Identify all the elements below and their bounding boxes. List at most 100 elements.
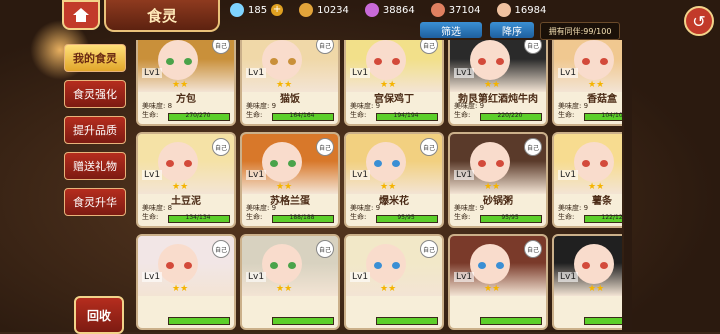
resource-bar: 185 + 10234 38864 37104 16984 <box>230 0 720 20</box>
left-eye <box>374 58 382 65</box>
hp-value: 194/194 <box>393 112 419 119</box>
left-eye <box>374 262 382 269</box>
taste-label: 美味度: 9 <box>246 102 277 110</box>
level-label: Lv1 <box>454 170 475 180</box>
taste-label: 美味度: 9 <box>454 204 485 212</box>
resource-value: 38864 <box>382 4 415 16</box>
hp-label: 生命: <box>454 213 471 221</box>
food-card[interactable]: 自己 Lv1 ★★ 勃艮第红酒炖牛肉 美味度: 9 生命: 220/220 <box>448 40 548 126</box>
rarity-stars: ★★ <box>484 284 501 294</box>
hp-bar <box>376 317 438 325</box>
rarity-stars: ★★ <box>588 80 605 90</box>
face <box>158 40 198 80</box>
taste-label: 美味度: 9 <box>454 102 485 110</box>
recycle-label: 回收 <box>86 308 111 323</box>
right-eye <box>496 160 504 167</box>
rarity-stars: ★★ <box>276 284 293 294</box>
food-card[interactable]: 自己 Lv1 ★★ 宫保鸡丁 美味度: 9 生命: 194/194 <box>344 40 444 126</box>
level-label: Lv1 <box>350 68 371 78</box>
page-title-text: 食灵 <box>146 6 177 25</box>
sidebar-item-quality[interactable]: 提升品质 <box>64 116 126 144</box>
diamond-icon <box>230 3 244 17</box>
food-card[interactable]: 自己 Lv1 ★★ <box>240 234 340 330</box>
home-button[interactable] <box>62 0 100 30</box>
food-card[interactable]: 自己 Lv1 ★★ <box>136 234 236 330</box>
sidebar-item-enhance[interactable]: 食灵强化 <box>64 80 126 108</box>
resource-shell: 16984 <box>496 3 546 17</box>
resource-meat: 37104 <box>430 3 481 17</box>
food-card[interactable]: 自己 Lv1 ★★ 砂锅粥 美味度: 9 生命: 95/95 <box>448 132 548 228</box>
lock-icon: 自己 <box>212 138 230 156</box>
sort-button[interactable]: 降序 <box>490 22 534 38</box>
add-diamond-button[interactable]: + <box>271 4 284 16</box>
food-card[interactable]: 自己 Lv1 ★★ <box>344 234 444 330</box>
hp-value: 270/270 <box>185 112 211 119</box>
taste-label: 美味度: 9 <box>558 102 589 110</box>
food-card[interactable]: 自己 Lv1 ★★ 猫饭 美味度: 9 生命: 164/164 <box>240 40 340 126</box>
taste-label: 美味度: 9 <box>350 204 381 212</box>
food-card[interactable]: 自己 Lv1 ★★ 爆米花 美味度: 9 生命: 95/95 <box>344 132 444 228</box>
left-eye <box>270 262 278 269</box>
right-eye <box>184 160 192 167</box>
left-eye <box>374 160 382 167</box>
filter-label: 筛选 <box>441 26 461 38</box>
hp-label: 生命: <box>350 111 367 119</box>
back-button[interactable]: ↺ <box>684 6 714 36</box>
food-card[interactable]: 自己 Lv1 ★★ <box>448 234 548 330</box>
food-card[interactable]: 自己 Lv1 ★★ 薯条 美味度: 9生命: 122/122 <box>552 132 622 228</box>
coin-bag-icon <box>299 3 314 17</box>
right-eye <box>184 262 192 269</box>
home-icon <box>73 8 89 22</box>
right-eye <box>184 58 192 65</box>
left-eye <box>582 262 590 269</box>
hp-fill <box>377 318 437 324</box>
level-label: Lv1 <box>246 68 267 78</box>
scrollbar[interactable] <box>624 40 632 332</box>
food-card[interactable]: 自己 Lv1 ★★ <box>552 234 622 330</box>
hp-bar <box>168 317 230 325</box>
right-eye <box>288 160 296 167</box>
hp-fill <box>169 318 229 324</box>
food-card[interactable]: 自己 Lv1 ★★ 土豆泥 美味度: 8 生命: 134/134 <box>136 132 236 228</box>
hp-label: 生命: <box>142 111 159 119</box>
sidebar-item-gift[interactable]: 赠送礼物 <box>64 152 126 180</box>
hp-label: 生命: <box>246 213 263 221</box>
rarity-stars: ★★ <box>484 80 501 90</box>
hp-label: 生命: <box>558 213 575 221</box>
sidebar-item-my-food[interactable]: 我的食灵 <box>64 44 126 72</box>
food-card[interactable]: 自己 Lv1 ★★ 方包 美味度: 8 生命: 270/270 <box>136 40 236 126</box>
level-label: Lv1 <box>246 170 267 180</box>
shell-icon <box>496 3 511 17</box>
hp-value: 164/164 <box>289 112 315 119</box>
taste-label: 美味度: 9 <box>558 204 589 212</box>
resource-value: 185 <box>248 4 268 16</box>
sidebar-item-label: 我的食灵 <box>73 52 117 65</box>
left-eye <box>166 58 174 65</box>
level-label: Lv1 <box>142 68 163 78</box>
resource-coin: 10234 <box>299 3 349 17</box>
face <box>470 244 510 284</box>
taste-label: 美味度: 8 <box>142 102 173 110</box>
level-label: Lv1 <box>350 170 371 180</box>
left-eye <box>478 160 486 167</box>
face <box>470 40 510 80</box>
owned-count: 拥有同伴:99/100 <box>540 22 620 40</box>
rarity-stars: ★★ <box>380 284 397 294</box>
food-card[interactable]: 自己 Lv1 ★★ 香菇盒 美味度: 9生命: 104/104 <box>552 40 622 126</box>
rarity-stars: ★★ <box>588 182 605 192</box>
hp-value: 95/95 <box>501 214 519 221</box>
right-eye <box>600 160 608 167</box>
filter-button[interactable]: 筛选 <box>420 22 482 38</box>
face <box>158 142 198 182</box>
back-arrow-icon: ↺ <box>692 11 706 31</box>
sidebar-item-sublimate[interactable]: 食灵升华 <box>64 188 126 216</box>
lock-icon: 自己 <box>420 240 438 258</box>
right-eye <box>288 262 296 269</box>
rarity-stars: ★★ <box>172 80 189 90</box>
right-eye <box>392 58 400 65</box>
food-card[interactable]: 自己 Lv1 ★★ 苏格兰蛋 美味度: 9 生命: 188/188 <box>240 132 340 228</box>
recycle-button[interactable]: 回收 <box>74 296 124 334</box>
hp-fill <box>481 318 541 324</box>
left-eye <box>582 160 590 167</box>
hp-fill <box>273 318 333 324</box>
